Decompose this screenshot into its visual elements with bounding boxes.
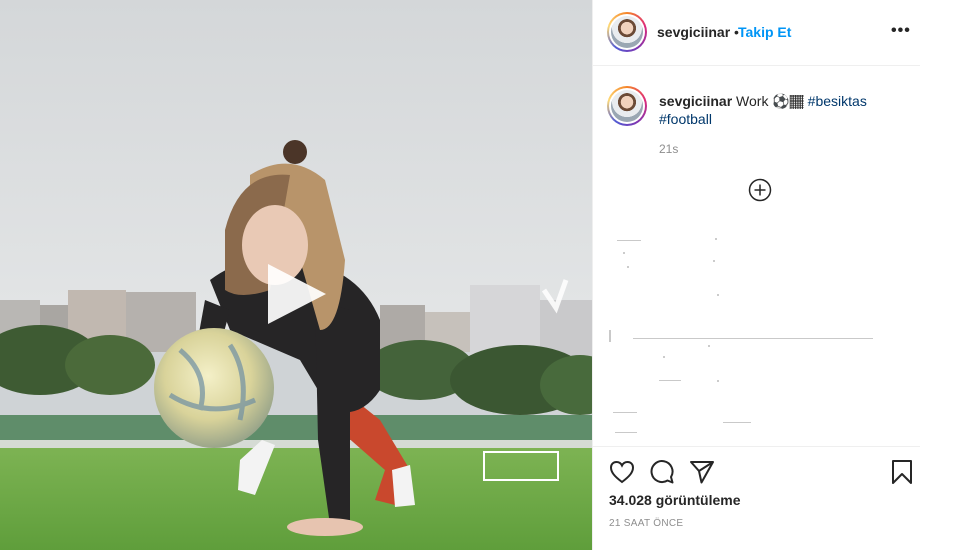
post-actions: 34.028 görüntüleme 21 SAAT ÖNCE [593, 446, 921, 550]
bookmark-icon[interactable] [889, 459, 915, 485]
ellipsis-icon[interactable]: ••• [891, 22, 911, 40]
caption-time: 21s [659, 142, 679, 156]
caption-text: sevgiciinar Work ⚽️🏾 #besiktas #football [659, 92, 907, 128]
heart-icon[interactable] [609, 459, 635, 485]
header-username[interactable]: sevgiciinar [657, 24, 730, 40]
caption-body: Work ⚽️🏾 [736, 93, 804, 109]
view-count[interactable]: 34.028 görüntüleme [609, 492, 741, 508]
hashtag-football[interactable]: #football [659, 111, 712, 127]
profile-avatar[interactable] [607, 12, 647, 52]
play-icon[interactable] [264, 262, 328, 326]
avatar-image [611, 16, 643, 48]
post-header: sevgiciinar • Takip Et ••• [593, 0, 921, 66]
instagram-post: sevgiciinar • Takip Et ••• sevgiciinar W… [0, 0, 978, 550]
caption-avatar[interactable] [607, 86, 647, 126]
follow-button[interactable]: Takip Et [738, 24, 791, 40]
hashtag-besiktas[interactable]: #besiktas [808, 93, 867, 109]
plus-circle-icon[interactable] [748, 178, 772, 202]
comment-bubble-icon[interactable] [649, 459, 675, 485]
caption-username[interactable]: sevgiciinar [659, 93, 732, 109]
paper-plane-icon[interactable] [689, 459, 715, 485]
posted-time[interactable]: 21 SAAT ÖNCE [609, 518, 683, 529]
page-background [920, 0, 978, 550]
avatar-image [611, 90, 643, 122]
post-side-panel: sevgiciinar • Takip Et ••• sevgiciinar W… [592, 0, 921, 550]
post-video[interactable] [0, 0, 592, 550]
